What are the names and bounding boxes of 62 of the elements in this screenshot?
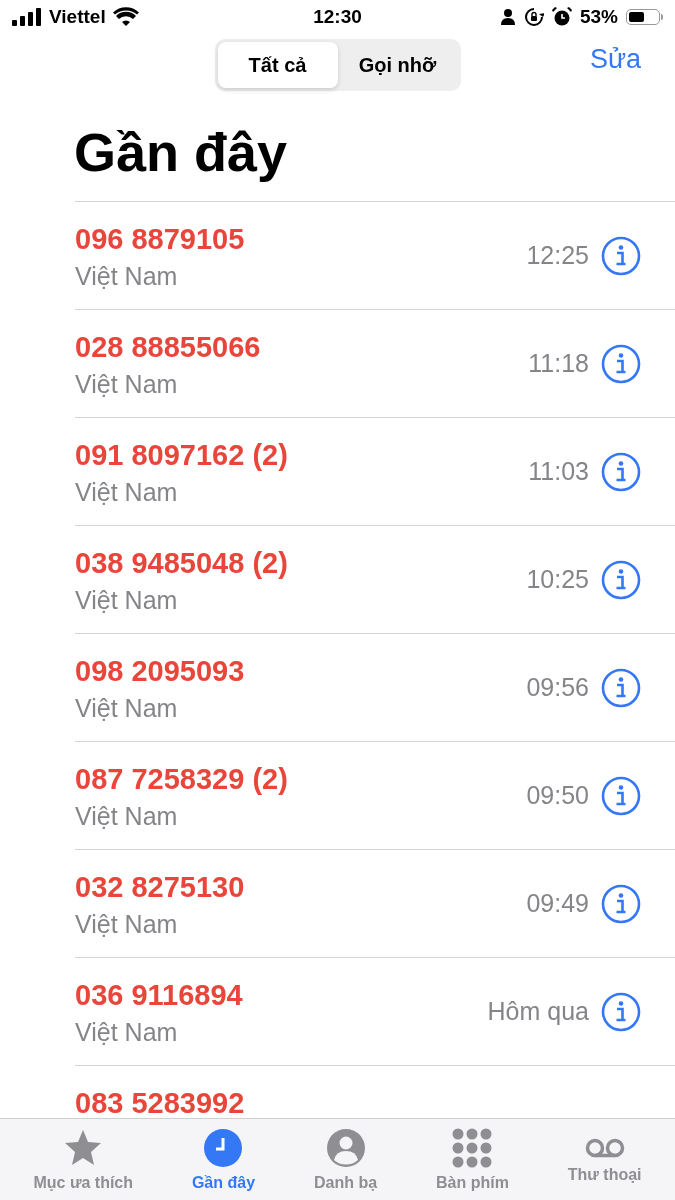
info-button[interactable]	[601, 559, 641, 600]
phone-number: 032 8275130	[75, 870, 246, 904]
battery-percent: 53%	[579, 6, 618, 28]
page-title: Gần đây	[73, 121, 289, 184]
info-icon	[601, 667, 641, 708]
phone-number: 098 2095093	[75, 654, 246, 688]
info-icon	[601, 991, 641, 1032]
call-location: Việt Nam	[75, 801, 179, 832]
wifi-icon	[112, 7, 139, 27]
rotation-lock-icon	[523, 7, 544, 27]
filter-tab[interactable]: Tất cả	[217, 42, 338, 88]
edit-button[interactable]: Sửa	[589, 44, 641, 75]
info-icon	[601, 343, 641, 384]
carrier-name: Viettel	[49, 6, 106, 28]
phone-number: 087 7258329 (2)	[75, 762, 289, 796]
info-button[interactable]	[601, 343, 641, 384]
keypad-icon	[452, 1127, 493, 1168]
clock-icon	[203, 1127, 244, 1168]
info-button[interactable]	[601, 991, 641, 1032]
tab-bar-item[interactable]: Danh bạ	[307, 1119, 384, 1200]
info-button[interactable]	[601, 883, 641, 924]
call-location: Việt Nam	[75, 693, 179, 724]
tab-bar-item[interactable]: Gần đây	[185, 1119, 262, 1200]
info-icon	[601, 235, 641, 276]
call-time: 12:25	[526, 241, 589, 270]
call-time: 10:25	[526, 565, 589, 594]
info-button[interactable]	[601, 775, 641, 816]
call-location: Việt Nam	[75, 261, 179, 292]
phone-number: 028 88855066	[75, 330, 262, 364]
info-icon	[601, 559, 641, 600]
filter-tab[interactable]: Gọi nhỡ	[337, 42, 458, 88]
tab-bar-item[interactable]: Bàn phím	[429, 1119, 515, 1200]
person-icon	[325, 1127, 366, 1168]
call-location: Việt Nam	[75, 585, 179, 616]
phone-number: 096 8879105	[75, 222, 246, 256]
battery-icon	[626, 9, 660, 25]
phone-number: 091 8097162 (2)	[75, 438, 289, 472]
call-time: 09:49	[526, 889, 589, 918]
phone-number: 038 9485048 (2)	[75, 546, 289, 580]
signal-icon	[12, 8, 42, 26]
info-icon	[601, 451, 641, 492]
tab-bar-item[interactable]: Thư thoại	[561, 1119, 648, 1200]
call-time: 11:03	[528, 457, 589, 486]
info-button[interactable]	[601, 235, 641, 276]
info-icon	[601, 775, 641, 816]
call-time: 09:50	[526, 781, 589, 810]
phone-number: 036 9116894	[75, 978, 244, 1012]
call-time: Hôm qua	[487, 997, 589, 1026]
person-icon	[499, 8, 516, 26]
tab-bar-item[interactable]: Mục ưa thích	[27, 1119, 140, 1200]
phone-number: 083 5283992	[75, 1086, 246, 1120]
call-time: 11:18	[528, 349, 589, 378]
call-location: Việt Nam	[75, 909, 179, 940]
info-button[interactable]	[601, 451, 641, 492]
call-location: Việt Nam	[75, 369, 179, 400]
info-icon	[601, 883, 641, 924]
call-location: Việt Nam	[75, 1017, 179, 1048]
call-time: 09:56	[526, 673, 589, 702]
alarm-icon	[551, 7, 572, 27]
clock-time: 12:30	[313, 6, 362, 27]
info-button[interactable]	[601, 667, 641, 708]
call-location: Việt Nam	[75, 477, 179, 508]
